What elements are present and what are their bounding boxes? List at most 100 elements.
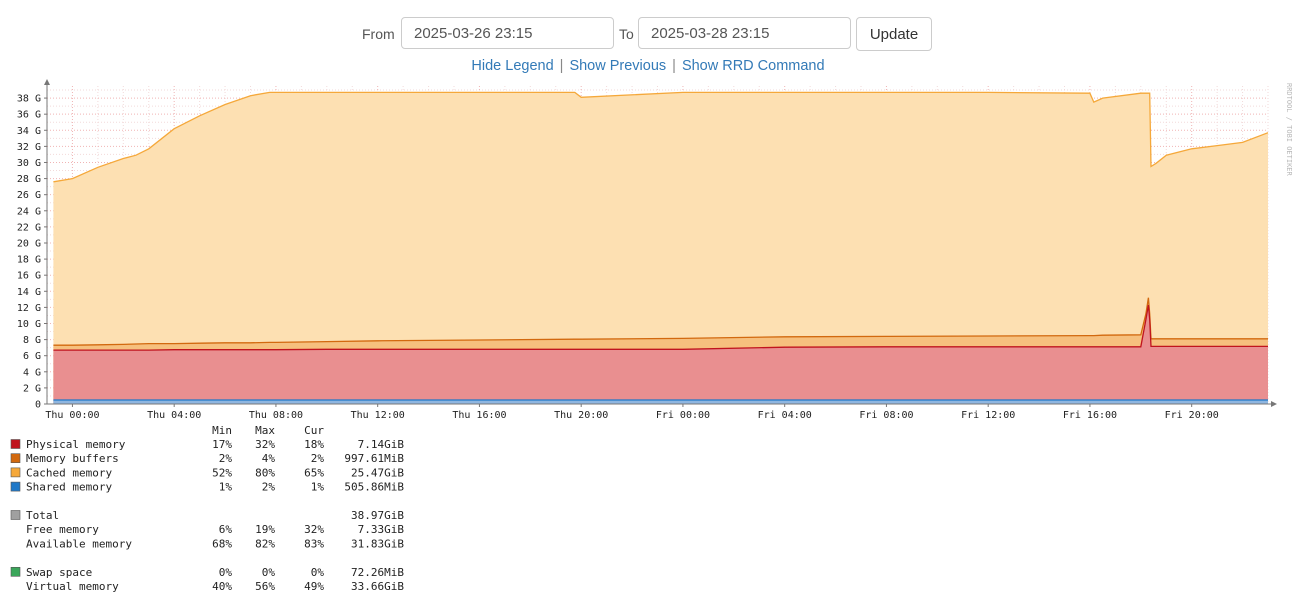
legend-max-value: 56% [255, 580, 275, 593]
y-tick-label: 12 G [17, 303, 41, 314]
date-range-toolbar: From To Update [0, 17, 1296, 51]
legend-cur-value: 0% [311, 566, 325, 579]
legend-min-value: 1% [219, 481, 233, 494]
legend-swatch [10, 439, 21, 449]
y-tick-label: 30 G [17, 158, 41, 169]
x-axis-arrow [1271, 401, 1277, 407]
legend-cur-value: 2% [311, 452, 325, 465]
to-label: To [619, 26, 634, 42]
y-tick-label: 8 G [23, 335, 41, 346]
x-tick-label: Thu 08:00 [249, 410, 303, 421]
legend-min-value: 0% [219, 566, 233, 579]
y-axis-labels: 0 2 G 4 G 6 G 8 G 10 G 12 G 14 G 16 G 18 G 20 G 22 … [17, 94, 47, 411]
legend-val-value: 7.14GiB [358, 438, 405, 451]
link-separator: | [559, 58, 564, 74]
show-rrd-command-link[interactable]: Show RRD Command [682, 58, 825, 74]
legend-series-name: Total [26, 509, 59, 522]
y-tick-label: 18 G [17, 255, 41, 266]
y-axis-arrow [44, 79, 50, 85]
y-tick-label: 38 G [17, 94, 41, 105]
rrdtool-watermark: RRDTOOL / TOBI OETIKER [1285, 83, 1293, 177]
x-tick-label: Fri 08:00 [859, 410, 913, 421]
legend-cur-value: 32% [304, 523, 324, 536]
legend-val-value: 505.86MiB [344, 481, 404, 494]
legend-series-name: Cached memory [26, 466, 112, 479]
legend-series-name: Virtual memory [26, 580, 119, 593]
x-tick-label: Thu 16:00 [452, 410, 506, 421]
legend-max-value: 4% [262, 452, 276, 465]
legend-swatch [10, 453, 21, 464]
legend-max-value: 82% [255, 537, 275, 550]
y-tick-label: 26 G [17, 190, 41, 201]
x-tick-label: Fri 04:00 [758, 410, 812, 421]
legend-min-value: 68% [212, 537, 232, 550]
legend-max-value: 80% [255, 466, 275, 479]
y-tick-label: 2 G [23, 383, 41, 394]
x-tick-label: Fri 16:00 [1063, 410, 1117, 421]
x-tick-label: Thu 12:00 [351, 410, 405, 421]
legend-min-value: 17% [212, 438, 232, 451]
y-tick-label: 24 G [17, 206, 41, 217]
y-tick-label: 6 G [23, 351, 41, 362]
legend-cur-value: 49% [304, 580, 324, 593]
y-tick-label: 22 G [17, 222, 41, 233]
legend-header-max: Max [255, 424, 275, 437]
legend-series-name: Swap space [26, 566, 92, 579]
legend-max-value: 32% [255, 438, 275, 451]
from-label: From [362, 26, 395, 42]
x-tick-label: Fri 20:00 [1165, 410, 1219, 421]
legend-min-value: 40% [212, 580, 232, 593]
legend-series-name: Memory buffers [26, 452, 119, 465]
legend-val-value: 33.66GiB [351, 580, 404, 593]
y-tick-label: 0 [35, 400, 41, 411]
legend-header-cur: Cur [304, 424, 324, 437]
legend-series-name: Available memory [26, 537, 132, 550]
chart-legend: Min Max Cur Physical memory 17% 32% 18% 7.14GiB… [10, 424, 405, 593]
show-previous-link[interactable]: Show Previous [569, 58, 666, 74]
y-tick-label: 14 G [17, 287, 41, 298]
graph-links: Hide Legend | Show Previous | Show RRD Comma… [0, 58, 1296, 74]
legend-val-value: 38.97GiB [351, 509, 404, 522]
legend-swatch [10, 566, 21, 577]
legend-series-name: Physical memory [26, 438, 126, 451]
y-tick-label: 4 G [23, 367, 41, 378]
hide-legend-link[interactable]: Hide Legend [471, 58, 553, 74]
legend-cur-value: 65% [304, 466, 324, 479]
y-tick-label: 28 G [17, 174, 41, 185]
legend-series-name: Free memory [26, 523, 99, 536]
y-tick-label: 32 G [17, 142, 41, 153]
legend-val-value: 25.47GiB [351, 466, 404, 479]
y-tick-label: 36 G [17, 110, 41, 121]
link-separator: | [672, 58, 676, 74]
legend-max-value: 0% [262, 566, 276, 579]
legend-min-value: 2% [219, 452, 233, 465]
x-tick-label: Thu 00:00 [45, 410, 99, 421]
legend-val-value: 7.33GiB [358, 523, 405, 536]
x-tick-label: Thu 20:00 [554, 410, 608, 421]
memory-usage-chart: 0 2 G 4 G 6 G 8 G 10 G 12 G 14 G 16 G 18 G 20 G 22 … [10, 79, 1293, 593]
legend-min-value: 6% [219, 523, 233, 536]
x-tick-label: Fri 12:00 [961, 410, 1015, 421]
data-series [53, 91, 1269, 405]
y-tick-label: 34 G [17, 126, 41, 137]
y-tick-label: 16 G [17, 271, 41, 282]
legend-max-value: 2% [262, 481, 276, 494]
legend-cur-value: 18% [304, 438, 324, 451]
legend-swatch [10, 481, 21, 492]
legend-val-value: 31.83GiB [351, 537, 404, 550]
y-tick-label: 10 G [17, 319, 41, 330]
update-button[interactable]: Update [856, 17, 932, 51]
x-tick-label: Thu 04:00 [147, 410, 201, 421]
legend-min-value: 52% [212, 466, 232, 479]
legend-cur-value: 1% [311, 481, 325, 494]
legend-swatch [10, 467, 21, 478]
legend-header-min: Min [212, 424, 232, 437]
legend-val-value: 997.61MiB [344, 452, 404, 465]
to-date-input[interactable] [638, 17, 851, 49]
x-axis-labels: Thu 00:00 Thu 04:00 Thu 08:00 Thu 12:00 Thu … [45, 404, 1219, 421]
legend-swatch [10, 510, 21, 520]
y-tick-label: 20 G [17, 238, 41, 249]
legend-cur-value: 83% [304, 537, 324, 550]
legend-val-value: 72.26MiB [351, 566, 404, 579]
from-date-input[interactable] [401, 17, 614, 49]
